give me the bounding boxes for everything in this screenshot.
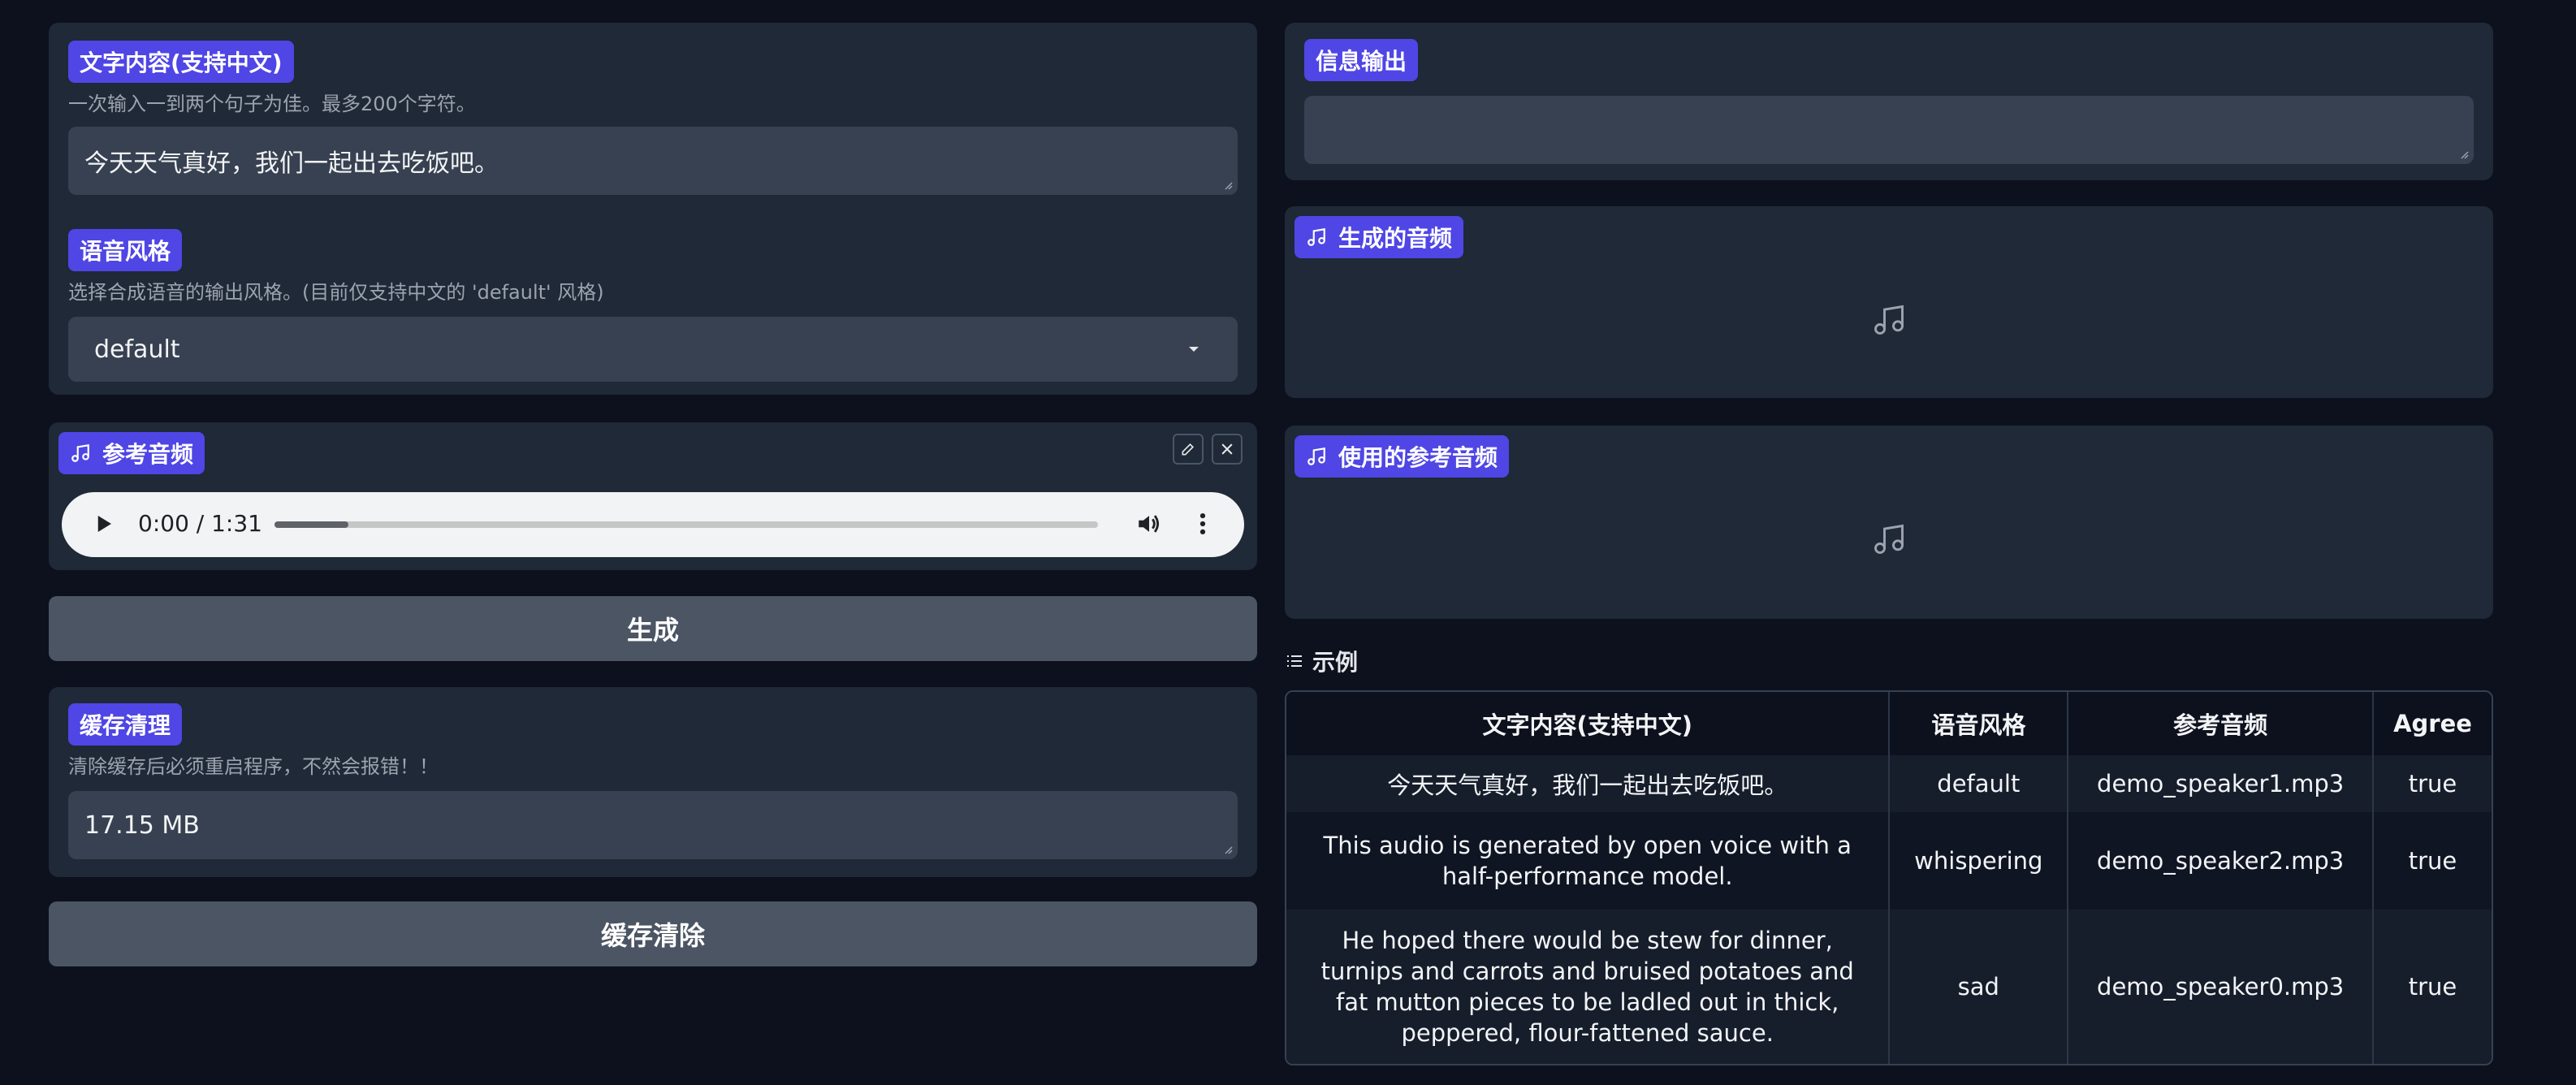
cache-hint: 清除缓存后必须重启程序，不然会报错！！ <box>68 755 439 778</box>
examples-header: 示例 <box>1285 645 1358 677</box>
table-cell: This audio is generated by open voice wi… <box>1286 812 1891 910</box>
style-label-text: 语音风格 <box>80 238 171 265</box>
resize-handle-icon[interactable] <box>1223 180 1233 190</box>
used-ref-audio-label-text: 使用的参考音频 <box>1338 444 1498 471</box>
style-select[interactable]: default <box>68 317 1238 382</box>
audio-time: 0:00 / 1:31 <box>138 510 262 537</box>
ref-audio-label-text: 参考音频 <box>102 441 194 468</box>
table-cell: true <box>2408 770 2457 798</box>
cache-label-text: 缓存清理 <box>80 712 171 739</box>
examples-table: 文字内容(支持中文) 语音风格 参考音频 Agree 今天天气真好，我们一起出去… <box>1285 690 2493 1066</box>
more-vertical-icon[interactable] <box>1189 510 1217 538</box>
play-icon[interactable] <box>91 512 115 536</box>
close-button[interactable] <box>1212 434 1243 465</box>
music-note-icon <box>1874 524 1904 554</box>
clear-cache-button[interactable]: 缓存清除 <box>49 901 1257 966</box>
table-cell: true <box>2408 973 2457 1001</box>
column-header[interactable]: Agree <box>2373 692 2492 755</box>
music-note-icon <box>71 443 89 462</box>
music-note-icon <box>1874 305 1904 335</box>
cache-label: 缓存清理 <box>68 703 183 746</box>
text-hint: 一次输入一到两个句子为佳。最多200个字符。 <box>68 93 476 115</box>
cache-size-field[interactable]: 17.15 MB <box>68 791 1238 859</box>
volume-icon[interactable] <box>1135 510 1163 538</box>
audio-progress-track[interactable] <box>274 521 1098 528</box>
audio-player[interactable]: 0:00 / 1:31 <box>62 492 1244 557</box>
generate-button[interactable]: 生成 <box>49 596 1257 661</box>
info-output-field[interactable] <box>1304 96 2474 164</box>
text-label-text: 文字内容(支持中文) <box>80 50 283 76</box>
text-label: 文字内容(支持中文) <box>68 41 294 83</box>
generated-audio-label-text: 生成的音频 <box>1338 225 1453 252</box>
table-row[interactable]: 今天天气真好，我们一起出去吃饭吧。 default demo_speaker1.… <box>1286 755 2492 812</box>
table-cell: He hoped there would be stew for dinner,… <box>1286 910 1891 1064</box>
ref-audio-label: 参考音频 <box>58 432 205 474</box>
pencil-icon <box>1182 443 1195 456</box>
table-row[interactable]: This audio is generated by open voice wi… <box>1286 812 2492 910</box>
info-output-label: 信息输出 <box>1304 39 1419 81</box>
table-cell: 今天天气真好，我们一起出去吃饭吧。 <box>1286 755 1891 812</box>
table-cell: true <box>2408 847 2457 875</box>
chevron-down-icon <box>1189 347 1199 352</box>
cache-panel: 缓存清理 清除缓存后必须重启程序，不然会报错！！ 17.15 MB <box>49 687 1257 877</box>
table-cell: demo_speaker1.mp3 <box>2068 755 2375 812</box>
resize-handle-icon[interactable] <box>1223 845 1233 854</box>
table-header-row: 文字内容(支持中文) 语音风格 参考音频 Agree <box>1286 692 2492 755</box>
table-cell: demo_speaker2.mp3 <box>2068 812 2375 910</box>
style-label: 语音风格 <box>68 229 183 271</box>
table-cell: default <box>1889 755 2069 812</box>
column-header[interactable]: 参考音频 <box>2068 692 2375 755</box>
table-row[interactable]: He hoped there would be stew for dinner,… <box>1286 910 2492 1064</box>
text-input[interactable]: 今天天气真好，我们一起出去吃饭吧。 <box>68 127 1238 195</box>
table-cell: demo_speaker0.mp3 <box>2068 910 2375 1064</box>
audio-progress-fill <box>274 521 349 528</box>
text-input-value: 今天天气真好，我们一起出去吃饭吧。 <box>84 149 499 178</box>
used-ref-audio-panel: 使用的参考音频 <box>1285 426 2493 619</box>
resize-handle-icon[interactable] <box>2459 149 2469 159</box>
examples-title: 示例 <box>1312 649 1359 676</box>
text-style-panel: 文字内容(支持中文) 一次输入一到两个句子为佳。最多200个字符。 今天天气真好… <box>49 23 1257 395</box>
info-output-label-text: 信息输出 <box>1316 48 1407 75</box>
table-cell: sad <box>1889 910 2069 1064</box>
info-output-panel: 信息输出 <box>1285 23 2493 180</box>
cache-size-value: 17.15 MB <box>84 811 200 840</box>
column-header[interactable]: 文字内容(支持中文) <box>1286 692 1891 755</box>
music-note-icon <box>1307 227 1325 246</box>
music-note-icon <box>1307 447 1325 465</box>
close-icon <box>1221 443 1233 455</box>
table-cell: whispering <box>1889 812 2069 910</box>
ref-audio-panel: 参考音频 0:00 / 1:31 <box>49 422 1257 570</box>
column-header[interactable]: 语音风格 <box>1889 692 2069 755</box>
list-icon <box>1287 655 1302 667</box>
style-hint: 选择合成语音的输出风格。(目前仅支持中文的 'default' 风格) <box>68 281 604 304</box>
generated-audio-panel: 生成的音频 <box>1285 206 2493 398</box>
edit-button[interactable] <box>1173 434 1204 465</box>
used-ref-audio-label: 使用的参考音频 <box>1294 435 1510 478</box>
generated-audio-label: 生成的音频 <box>1294 216 1464 258</box>
style-select-value: default <box>94 335 180 364</box>
